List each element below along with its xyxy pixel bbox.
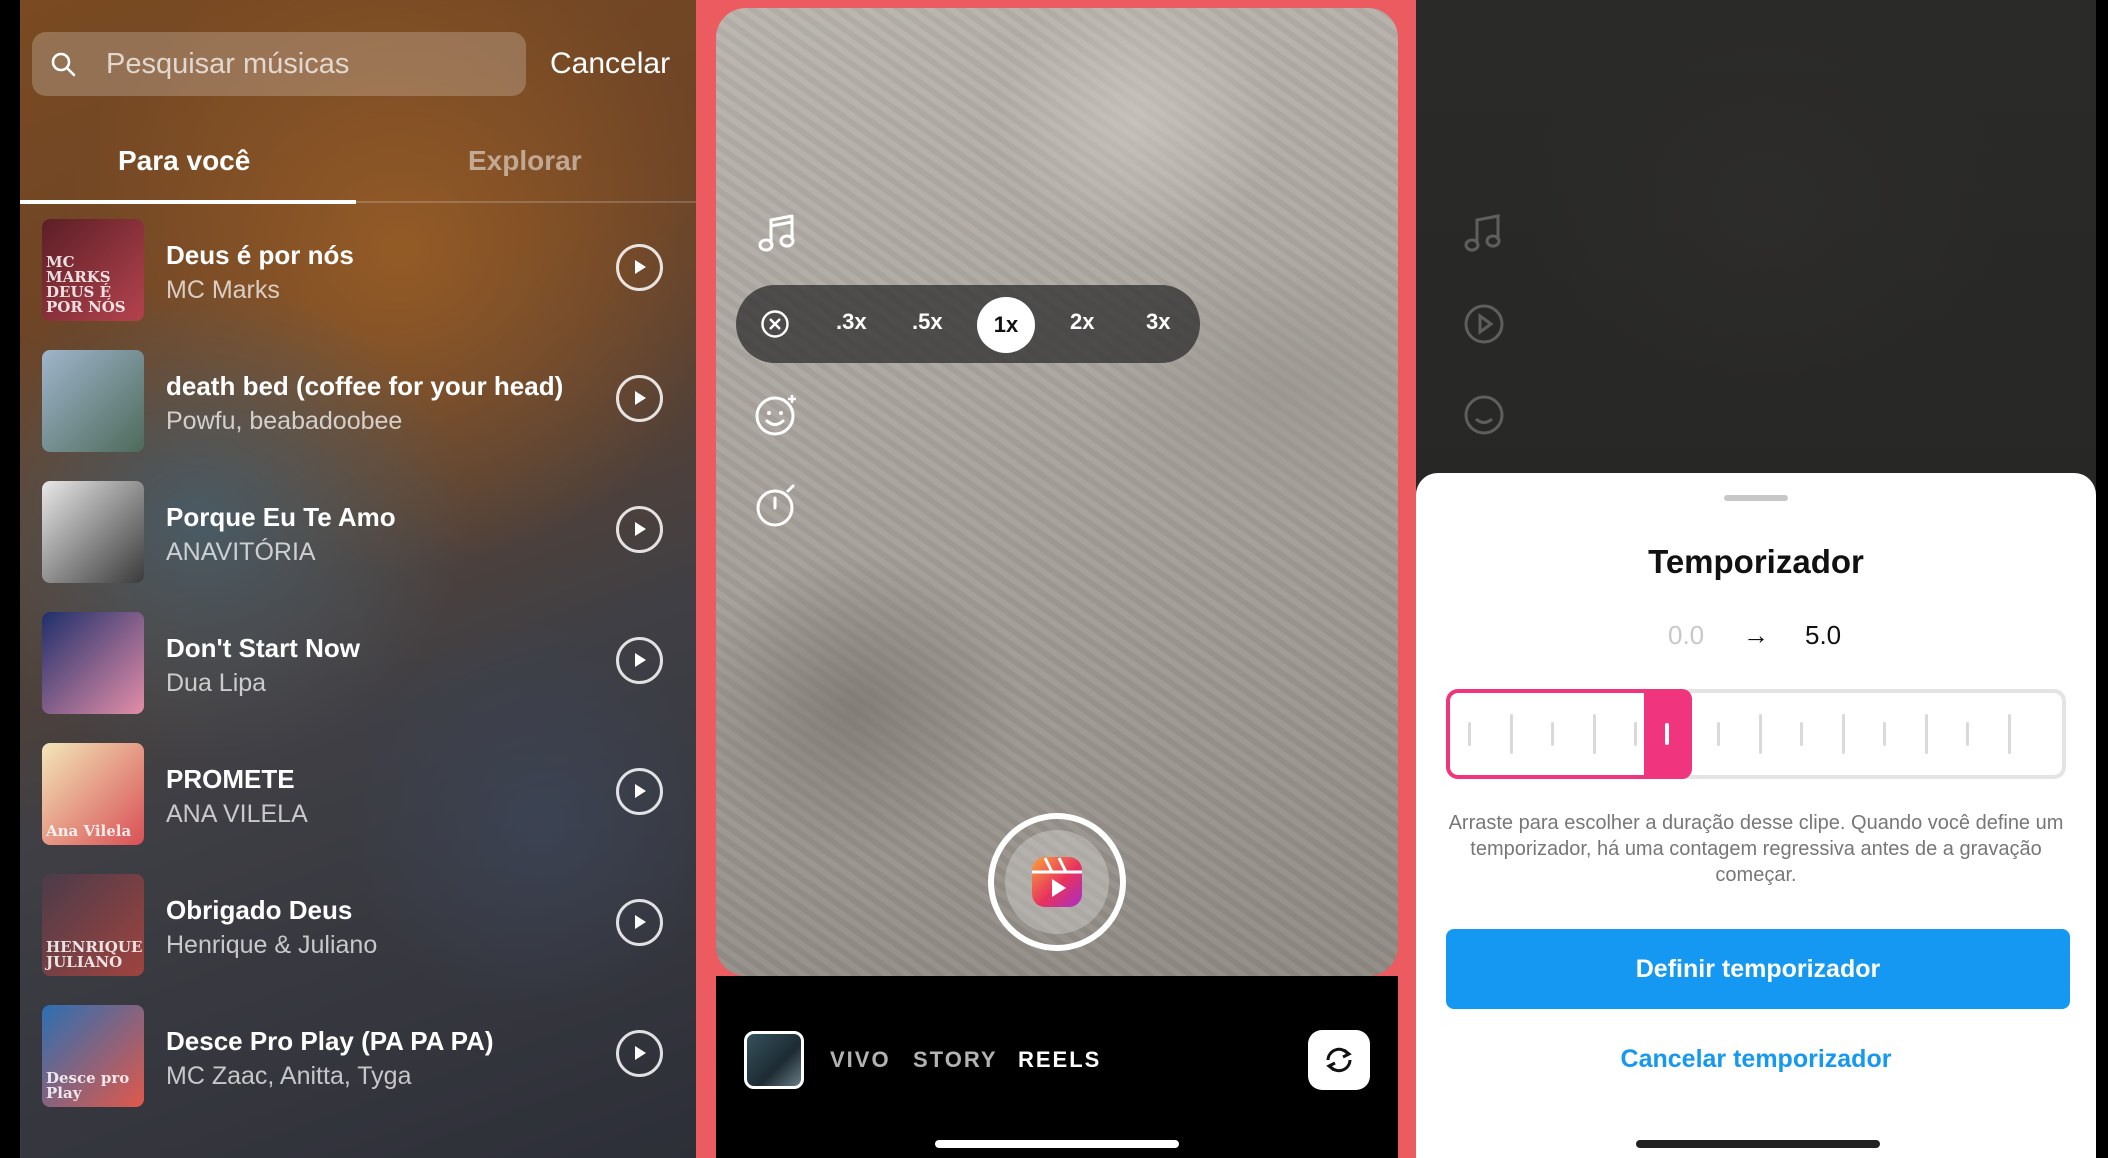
album-art	[42, 612, 144, 714]
speed-icon-dimmed	[1464, 304, 1504, 344]
speed-option-1x[interactable]: 1x	[977, 297, 1035, 353]
album-art-caption: MC MARKS DEUS É POR NÓS	[46, 253, 126, 316]
timer-description: Arraste para escolher a duração desse cl…	[1448, 812, 2064, 886]
album-art	[42, 481, 144, 583]
play-icon	[635, 653, 646, 667]
song-row[interactable]: Desce pro Play Desce Pro Play (PA PA PA) M…	[20, 990, 696, 1121]
song-title: Obrigado Deus	[166, 895, 353, 925]
speed-selector: .3x .5x 1x 2x 3x	[736, 285, 1200, 363]
song-artist: MC Zaac, Anitta, Tyga	[166, 1062, 412, 1090]
slider-tick	[1841, 714, 1845, 754]
play-preview-button[interactable]	[616, 637, 663, 684]
album-art: MC MARKS DEUS É POR NÓS	[42, 219, 144, 321]
play-preview-button[interactable]	[616, 768, 663, 815]
play-icon	[635, 522, 646, 536]
slider-tick	[1800, 722, 1803, 746]
song-artist: Dua Lipa	[166, 669, 267, 697]
play-icon	[635, 1046, 646, 1060]
speed-option-3x[interactable]: 3x	[1146, 309, 1170, 335]
album-art: Ana Vilela	[42, 743, 144, 845]
search-placeholder: Pesquisar músicas	[106, 48, 350, 80]
search-input[interactable]: Pesquisar músicas	[32, 32, 526, 96]
cancel-button[interactable]: Cancelar	[550, 47, 670, 81]
song-artist: ANA VILELA	[166, 800, 308, 828]
sheet-drag-handle[interactable]	[1724, 495, 1788, 501]
reels-icon	[1032, 857, 1082, 907]
slider-tick	[1717, 722, 1720, 746]
home-indicator	[935, 1140, 1179, 1148]
song-title: Don't Start Now	[166, 633, 360, 663]
slider-tick	[1758, 714, 1762, 754]
song-title: Desce Pro Play (PA PA PA)	[166, 1026, 494, 1056]
album-art-caption: Desce pro Play	[46, 1069, 130, 1102]
song-title: PROMETE	[166, 764, 295, 794]
search-icon	[51, 52, 76, 77]
set-timer-button[interactable]: Definir temporizador	[1446, 929, 2070, 1009]
flip-camera-icon	[1326, 1047, 1352, 1073]
music-picker-panel: Pesquisar músicas Cancelar Para você Exp…	[20, 0, 696, 1158]
play-icon	[635, 915, 646, 929]
range-start: 0.0	[1668, 620, 1705, 650]
play-preview-button[interactable]	[616, 506, 663, 553]
album-art: Desce pro Play	[42, 1005, 144, 1107]
play-icon	[635, 391, 646, 405]
slider-tick	[1924, 714, 1928, 754]
speed-option-03x[interactable]: .3x	[836, 309, 867, 335]
cancel-timer-button[interactable]: Cancelar temporizador	[1416, 1045, 2096, 1074]
song-artist: Powfu, beabadoobee	[166, 407, 403, 435]
speed-option-2x[interactable]: 2x	[1070, 309, 1094, 335]
record-button[interactable]	[988, 813, 1126, 951]
song-title: death bed (coffee for your head)	[166, 371, 564, 401]
play-preview-button[interactable]	[616, 899, 663, 946]
music-note-icon-dimmed	[1464, 214, 1501, 252]
play-preview-button[interactable]	[616, 244, 663, 291]
slider-handle[interactable]	[1644, 689, 1692, 779]
album-art	[42, 350, 144, 452]
album-art-caption: Ana Vilela	[46, 822, 132, 840]
mode-reels[interactable]: REELS	[1018, 1047, 1101, 1073]
home-indicator-right	[1636, 1140, 1880, 1148]
song-row[interactable]: Porque Eu Te Amo ANAVITÓRIA	[20, 466, 696, 597]
song-artist: ANAVITÓRIA	[166, 538, 316, 566]
gallery-thumbnail[interactable]	[744, 1031, 804, 1089]
slider-tick	[1883, 722, 1886, 746]
music-note-icon[interactable]	[754, 208, 802, 256]
song-row[interactable]: Ana Vilela PROMETE ANA VILELA	[20, 728, 696, 859]
tab-para-voce[interactable]: Para você	[118, 145, 250, 177]
song-row[interactable]: Don't Start Now Dua Lipa	[20, 597, 696, 728]
play-preview-button[interactable]	[616, 1030, 663, 1077]
song-row[interactable]: HENRIQUE JULIANO Obrigado Deus Henrique & …	[20, 859, 696, 990]
play-icon	[635, 260, 646, 274]
camera-panel	[696, 0, 1416, 1158]
flip-camera-button[interactable]	[1308, 1030, 1370, 1090]
timer-panel: Temporizador 0.0 → 5.0 Arraste para esco…	[1416, 0, 2108, 1158]
tab-explorar[interactable]: Explorar	[468, 145, 582, 177]
song-row[interactable]: MC MARKS DEUS É POR NÓS Deus é por nós MC …	[20, 204, 696, 335]
slider-tick	[1966, 722, 1969, 746]
effects-smiley-icon[interactable]	[752, 391, 800, 439]
play-icon	[635, 784, 646, 798]
effects-smiley-icon-dimmed	[1464, 395, 1504, 435]
speed-option-05x[interactable]: .5x	[912, 309, 943, 335]
mode-vivo[interactable]: VIVO	[830, 1047, 891, 1073]
timer-icon[interactable]	[752, 482, 800, 530]
slider-tick	[2007, 714, 2011, 754]
sheet-title: Temporizador	[1648, 543, 1864, 580]
album-art: HENRIQUE JULIANO	[42, 874, 144, 976]
arrow-right-icon: →	[1743, 620, 1769, 650]
song-artist: MC Marks	[166, 276, 280, 304]
song-artist: Henrique & Juliano	[166, 931, 378, 959]
song-title: Deus é por nós	[166, 240, 354, 270]
song-title: Porque Eu Te Amo	[166, 502, 396, 532]
song-row[interactable]: death bed (coffee for your head) Powfu, b…	[20, 335, 696, 466]
close-circle-icon[interactable]	[760, 309, 790, 339]
range-end: 5.0	[1805, 620, 1842, 650]
mode-story[interactable]: STORY	[913, 1047, 998, 1073]
play-preview-button[interactable]	[616, 375, 663, 422]
album-art-caption: HENRIQUE JULIANO	[46, 938, 143, 971]
timer-bottom-sheet: Temporizador 0.0 → 5.0 Arraste para esco…	[1416, 473, 2096, 1158]
